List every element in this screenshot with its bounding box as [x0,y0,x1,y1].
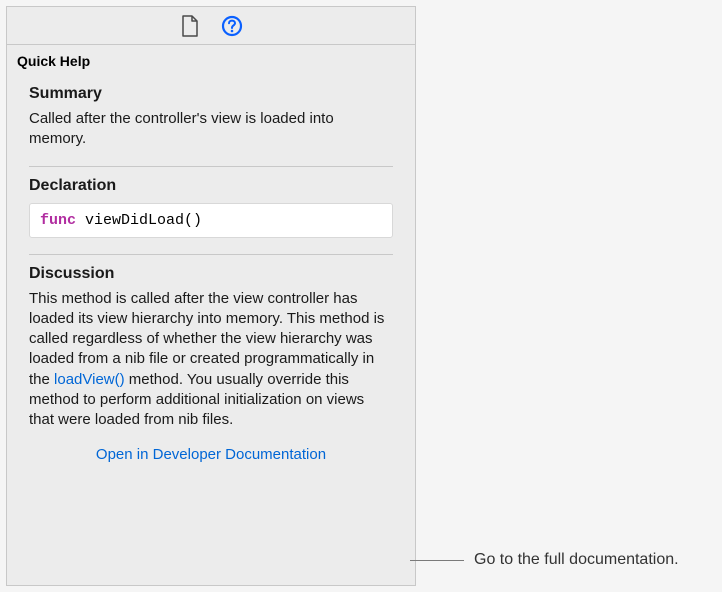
declaration-heading: Declaration [29,177,393,195]
inspector-toolbar [7,7,415,45]
callout-text: Go to the full documentation. [474,551,679,569]
declaration-code: func viewDidLoad() [29,203,393,238]
quick-help-inspector-icon[interactable] [221,15,243,37]
signature: viewDidLoad() [76,212,202,229]
summary-heading: Summary [29,85,393,103]
quick-help-panel: Quick Help Summary Called after the cont… [6,6,416,586]
quick-help-content: Summary Called after the controller's vi… [7,75,415,585]
callout-annotation: Go to the full documentation. [410,551,679,569]
discussion-text: This method is called after the view con… [29,289,393,431]
loadview-link[interactable]: loadView() [54,371,125,388]
summary-text: Called after the controller's view is lo… [29,109,393,150]
callout-line [410,560,464,561]
panel-title: Quick Help [7,45,415,75]
open-documentation-link[interactable]: Open in Developer Documentation [29,446,393,463]
divider [29,254,393,255]
keyword: func [40,212,76,229]
file-inspector-icon[interactable] [179,15,201,37]
discussion-heading: Discussion [29,265,393,283]
divider [29,166,393,167]
